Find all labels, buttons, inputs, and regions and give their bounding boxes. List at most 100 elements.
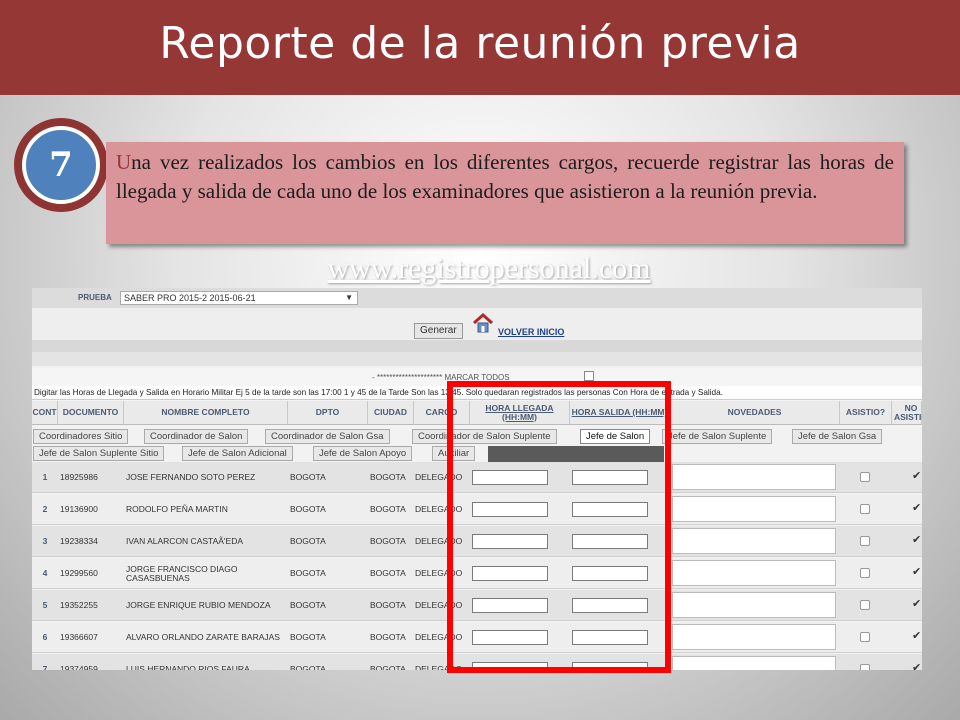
hora-salida-input[interactable] [572,502,648,517]
asistio-checkbox[interactable] [860,472,870,482]
tab-coordinador-salon-gsa[interactable]: Coordinador de Salon Gsa [265,429,390,444]
table-row: 4 19299560 JORGE FRANCISCO DIAGO CASASBUEN… [32,558,922,589]
cell-ciudad: BOGOTA [370,472,406,482]
cell-doc: 19352255 [60,600,98,610]
hora-llegada-input[interactable] [472,470,548,485]
cell-doc: 19136900 [60,504,98,514]
cell-doc: 19299560 [60,568,98,578]
asistio-checkbox[interactable] [860,632,870,642]
hora-llegada-input[interactable] [472,566,548,581]
volver-inicio-link[interactable]: VOLVER INICIO [498,327,564,337]
cell-nombre: LUIS HERNANDO RIOS FAURA [126,664,250,671]
cell-dpto: BOGOTA [290,568,326,578]
novedades-textarea[interactable] [672,528,836,554]
header-novedades: NOVEDADES [670,401,840,425]
header-asistio: ASISTIO? [840,401,892,425]
novedades-textarea[interactable] [672,624,836,650]
tab-coordinador-salon[interactable]: Coordinador de Salon [144,429,249,444]
cell-cont: 2 [42,504,48,514]
divider-bar-light [32,352,922,366]
tab-coordinadores-sitio[interactable]: Coordinadores Sitio [33,429,129,444]
instructions-row: Digitar las Horas de Llegada y Salida en… [32,386,922,400]
tab-jefe-salon-adicional[interactable]: Jefe de Salon Adicional [182,446,293,461]
note-first-letter: U [116,150,132,174]
instructions-text: Digitar las Horas de Llegada y Salida en… [34,388,723,397]
instruction-note: Una vez realizados los cambios en los di… [106,142,904,244]
novedades-textarea[interactable] [672,560,836,586]
cell-cargo: DELEGADO [415,600,463,610]
tab-jefe-salon-apoyo[interactable]: Jefe de Salon Apoyo [313,446,413,461]
novedades-textarea[interactable] [672,656,836,670]
cell-cargo: DELEGADO [415,664,463,671]
prueba-select-value: SABER PRO 2015-2 2015-06-21 [124,293,256,303]
hora-llegada-input[interactable] [472,502,548,517]
asistio-checkbox[interactable] [860,568,870,578]
no-asistio-checkbox[interactable]: ✔ [912,534,922,546]
hora-llegada-input[interactable] [472,598,548,613]
novedades-textarea[interactable] [672,464,836,490]
cell-dpto: BOGOTA [290,664,326,671]
cell-doc: 18925986 [60,472,98,482]
cell-ciudad: BOGOTA [370,568,406,578]
no-asistio-checkbox[interactable]: ✔ [912,502,922,514]
cell-cont: 5 [42,600,48,610]
hora-llegada-input[interactable] [472,662,548,670]
prueba-label: PRUEBA [78,293,112,302]
cell-nombre: JORGE FRANCISCO DIAGO CASASBUENAS [126,563,238,583]
divider-bar [32,340,922,352]
marcar-todos-row: - ********************* MARCAR TODOS [32,368,922,386]
cargo-tabs: Coordinadores Sitio Coordinador de Salon… [32,426,922,462]
asistio-checkbox[interactable] [860,600,870,610]
tab-coordinador-salon-suplente[interactable]: Coordinador de Salon Suplente [412,429,557,444]
no-asistio-checkbox[interactable]: ✔ [912,598,922,610]
prueba-row: PRUEBA SABER PRO 2015-2 2015-06-21 ▼ [32,288,922,308]
cell-nombre: JORGE ENRIQUE RUBIO MENDOZA [126,600,271,610]
chevron-down-icon: ▼ [345,293,353,302]
hora-salida-input[interactable] [572,534,648,549]
hora-salida-input[interactable] [572,470,648,485]
cell-dpto: BOGOTA [290,600,326,610]
tab-jefe-salon-suplente-sitio[interactable]: Jefe de Salon Suplente Sitio [33,446,165,461]
header-dpto: DPTO [288,401,368,425]
no-asistio-checkbox[interactable]: ✔ [912,566,922,578]
cell-cargo: DELEGADO [415,536,463,546]
cell-ciudad: BOGOTA [370,504,406,514]
generar-button[interactable]: Generar [414,323,463,339]
cell-doc: 19238334 [60,536,98,546]
no-asistio-checkbox[interactable]: ✔ [912,662,922,670]
cell-dpto: BOGOTA [290,472,326,482]
site-link[interactable]: www.registropersonal.com [274,252,704,286]
hora-salida-input[interactable] [572,566,648,581]
asistio-checkbox[interactable] [860,536,870,546]
hora-salida-input[interactable] [572,662,648,670]
hora-salida-input[interactable] [572,598,648,613]
marcar-todos-label: - ********************* MARCAR TODOS [372,373,510,382]
cell-nombre: RODOLFO PEÑA MARTIN [126,504,228,514]
hora-salida-input[interactable] [572,630,648,645]
tab-jefe-salon[interactable]: Jefe de Salon [580,429,651,444]
tab-auxiliar[interactable]: Auxiliar [432,446,476,461]
header-hora-llegada: HORA LLEGADA (HH:MM) [470,401,570,425]
asistio-checkbox[interactable] [860,504,870,514]
hora-llegada-input[interactable] [472,630,548,645]
prueba-select[interactable]: SABER PRO 2015-2 2015-06-21 ▼ [120,291,358,305]
novedades-textarea[interactable] [672,496,836,522]
hora-llegada-input[interactable] [472,534,548,549]
header-documento: DOCUMENTO [58,401,124,425]
cell-ciudad: BOGOTA [370,600,406,610]
table-row: 7 19374959 LUIS HERNANDO RIOS FAURA BOGOTA B… [32,654,922,670]
asistio-checkbox[interactable] [860,664,870,670]
home-icon[interactable] [472,312,494,334]
tab-jefe-salon-gsa[interactable]: Jefe de Salon Gsa [792,429,883,444]
no-asistio-checkbox[interactable]: ✔ [912,630,922,642]
slide-title: Reporte de la reunión previa [159,18,801,69]
header-strip [488,446,664,462]
no-asistio-checkbox[interactable]: ✔ [912,470,922,482]
cell-dpto: BOGOTA [290,536,326,546]
table-row: 1 18925986 JOSE FERNANDO SOTO PEREZ BOGOTA B… [32,462,922,493]
cell-dpto: BOGOTA [290,632,326,642]
tab-jefe-salon-suplente[interactable]: Jefe de Salon Suplente [662,429,773,444]
marcar-todos-checkbox[interactable] [584,371,594,381]
novedades-textarea[interactable] [672,592,836,618]
cell-cargo: DELEGADO [415,568,463,578]
